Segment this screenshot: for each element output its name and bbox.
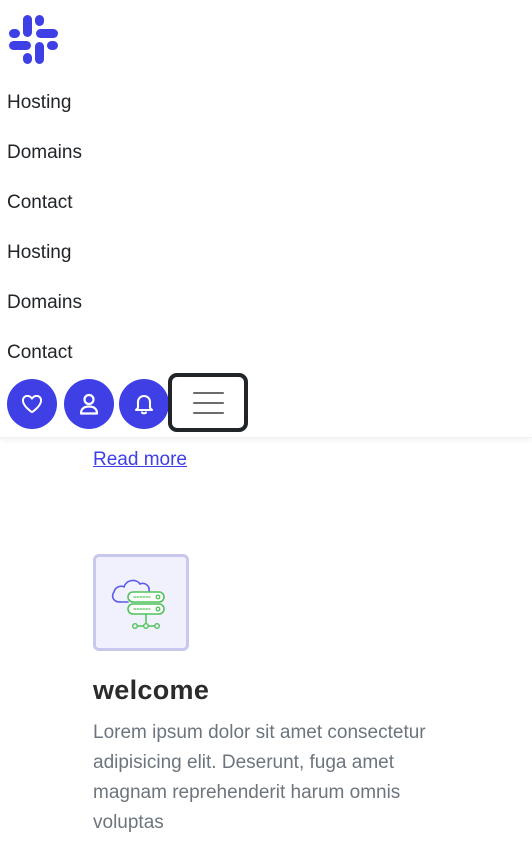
card-description: Lorem ipsum dolor sit amet consectetur a… [93, 722, 426, 833]
hamburger-icon-line [192, 391, 224, 394]
nav-link-contact[interactable]: Contact [7, 192, 72, 214]
nav-link-contact[interactable]: Contact [7, 342, 72, 364]
brand-logo[interactable] [7, 13, 60, 66]
nav-link-hosting[interactable]: Hosting [7, 242, 71, 264]
bell-icon [134, 394, 154, 415]
user-icon [79, 393, 99, 415]
nav-link-domains[interactable]: Domains [7, 142, 82, 164]
card-title: welcome [93, 675, 210, 705]
wishlist-button[interactable] [7, 379, 57, 429]
hamburger-icon-line [192, 401, 224, 404]
logo-icon [9, 15, 58, 64]
account-button[interactable] [64, 379, 114, 429]
read-more-link[interactable]: Read more [93, 449, 187, 471]
cloud-server-icon [111, 579, 165, 629]
heart-icon [21, 394, 43, 414]
nav-link-hosting[interactable]: Hosting [7, 92, 71, 114]
site-header: Hosting Domains Contact Hosting Domains … [0, 0, 532, 438]
nav-link-domains[interactable]: Domains [7, 292, 82, 314]
notifications-button[interactable] [119, 379, 169, 429]
feature-icon-box [93, 554, 189, 651]
hamburger-icon-line [192, 411, 224, 414]
menu-toggle-button[interactable] [168, 373, 248, 432]
